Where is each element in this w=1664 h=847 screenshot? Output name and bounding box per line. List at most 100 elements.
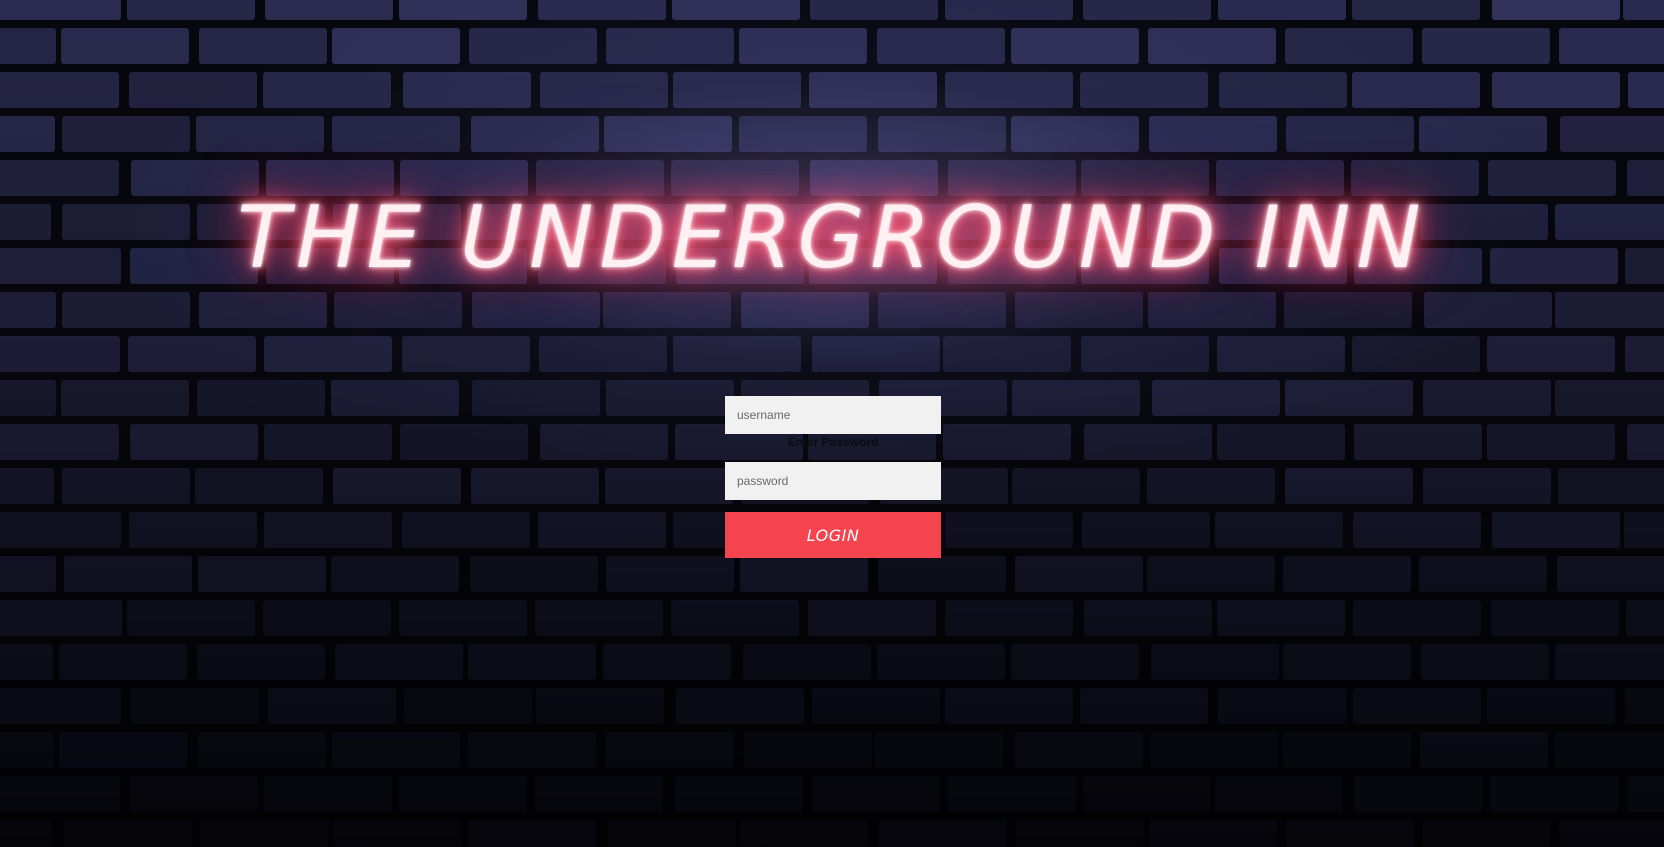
brick	[810, 0, 938, 20]
brick	[469, 28, 597, 64]
brick	[744, 732, 872, 768]
brick	[1083, 776, 1211, 812]
brick	[1555, 380, 1664, 416]
brick	[1283, 644, 1411, 680]
brick	[1012, 468, 1140, 504]
brick	[1148, 28, 1276, 64]
brick	[673, 336, 801, 372]
brick	[604, 116, 732, 152]
brick	[264, 336, 392, 372]
brick	[1555, 292, 1664, 328]
brick	[268, 688, 396, 724]
brick	[1353, 600, 1481, 636]
login-button[interactable]: LOGIN	[725, 512, 941, 558]
brick	[1149, 116, 1277, 152]
username-input[interactable]	[725, 396, 941, 434]
brick	[1353, 512, 1481, 548]
brick	[264, 424, 392, 460]
brick	[1286, 116, 1414, 152]
brick	[199, 820, 327, 847]
brick	[0, 380, 56, 416]
brick	[404, 688, 532, 724]
brick	[809, 72, 937, 108]
brick	[1286, 820, 1414, 847]
brick	[1152, 380, 1280, 416]
brick	[333, 820, 461, 847]
brick	[812, 336, 940, 372]
brick	[199, 28, 327, 64]
brick	[1626, 600, 1664, 636]
brick	[1015, 732, 1143, 768]
brick	[948, 776, 1076, 812]
brick	[1624, 512, 1664, 548]
brick	[1218, 0, 1346, 20]
brick	[0, 688, 121, 724]
brick	[1217, 336, 1345, 372]
brick	[1628, 776, 1664, 812]
brick	[1352, 336, 1480, 372]
brick	[676, 688, 804, 724]
brick	[943, 424, 1071, 460]
brick	[1148, 292, 1276, 328]
brick	[1421, 644, 1549, 680]
brick	[1625, 688, 1664, 724]
brick	[945, 512, 1073, 548]
brick	[0, 116, 55, 152]
brick	[739, 28, 867, 64]
brick	[1215, 512, 1343, 548]
brick	[471, 468, 599, 504]
brick	[0, 556, 56, 592]
brick	[1147, 556, 1275, 592]
brick	[1487, 336, 1615, 372]
brick	[468, 644, 596, 680]
brick	[741, 292, 869, 328]
brick	[945, 72, 1073, 108]
brick	[402, 336, 530, 372]
brick	[740, 820, 868, 847]
brick	[333, 468, 461, 504]
brick	[399, 776, 527, 812]
brick	[62, 116, 190, 152]
brick	[1083, 0, 1211, 20]
brick	[196, 116, 324, 152]
brick	[0, 72, 119, 108]
brick	[1084, 600, 1212, 636]
brick	[1419, 116, 1547, 152]
brick	[879, 820, 1007, 847]
brick	[1625, 336, 1664, 372]
brick	[0, 512, 121, 548]
brick	[131, 688, 259, 724]
brick	[127, 600, 255, 636]
brick	[536, 688, 664, 724]
brick	[945, 600, 1073, 636]
brick	[64, 556, 192, 592]
brick	[1560, 116, 1664, 152]
brick	[540, 424, 668, 460]
brick	[0, 0, 121, 20]
brick	[59, 732, 187, 768]
neon-sign-title: THE UNDERGROUND INN	[237, 188, 1427, 288]
brick	[1215, 776, 1343, 812]
brick	[472, 292, 600, 328]
brick	[468, 732, 596, 768]
brick	[812, 688, 940, 724]
brick	[1557, 556, 1664, 592]
brick	[1558, 468, 1664, 504]
brick	[0, 776, 120, 812]
brick	[198, 556, 326, 592]
brick	[264, 776, 392, 812]
brick	[0, 424, 119, 460]
password-input[interactable]	[725, 462, 941, 500]
brick	[0, 644, 53, 680]
brick	[1012, 380, 1140, 416]
brick	[535, 776, 663, 812]
brick	[0, 732, 54, 768]
brick	[945, 0, 1073, 20]
brick	[1283, 732, 1411, 768]
brick	[606, 732, 734, 768]
brick	[1354, 776, 1482, 812]
brick	[1422, 28, 1550, 64]
brick	[63, 820, 191, 847]
brick	[399, 600, 527, 636]
brick	[61, 28, 189, 64]
